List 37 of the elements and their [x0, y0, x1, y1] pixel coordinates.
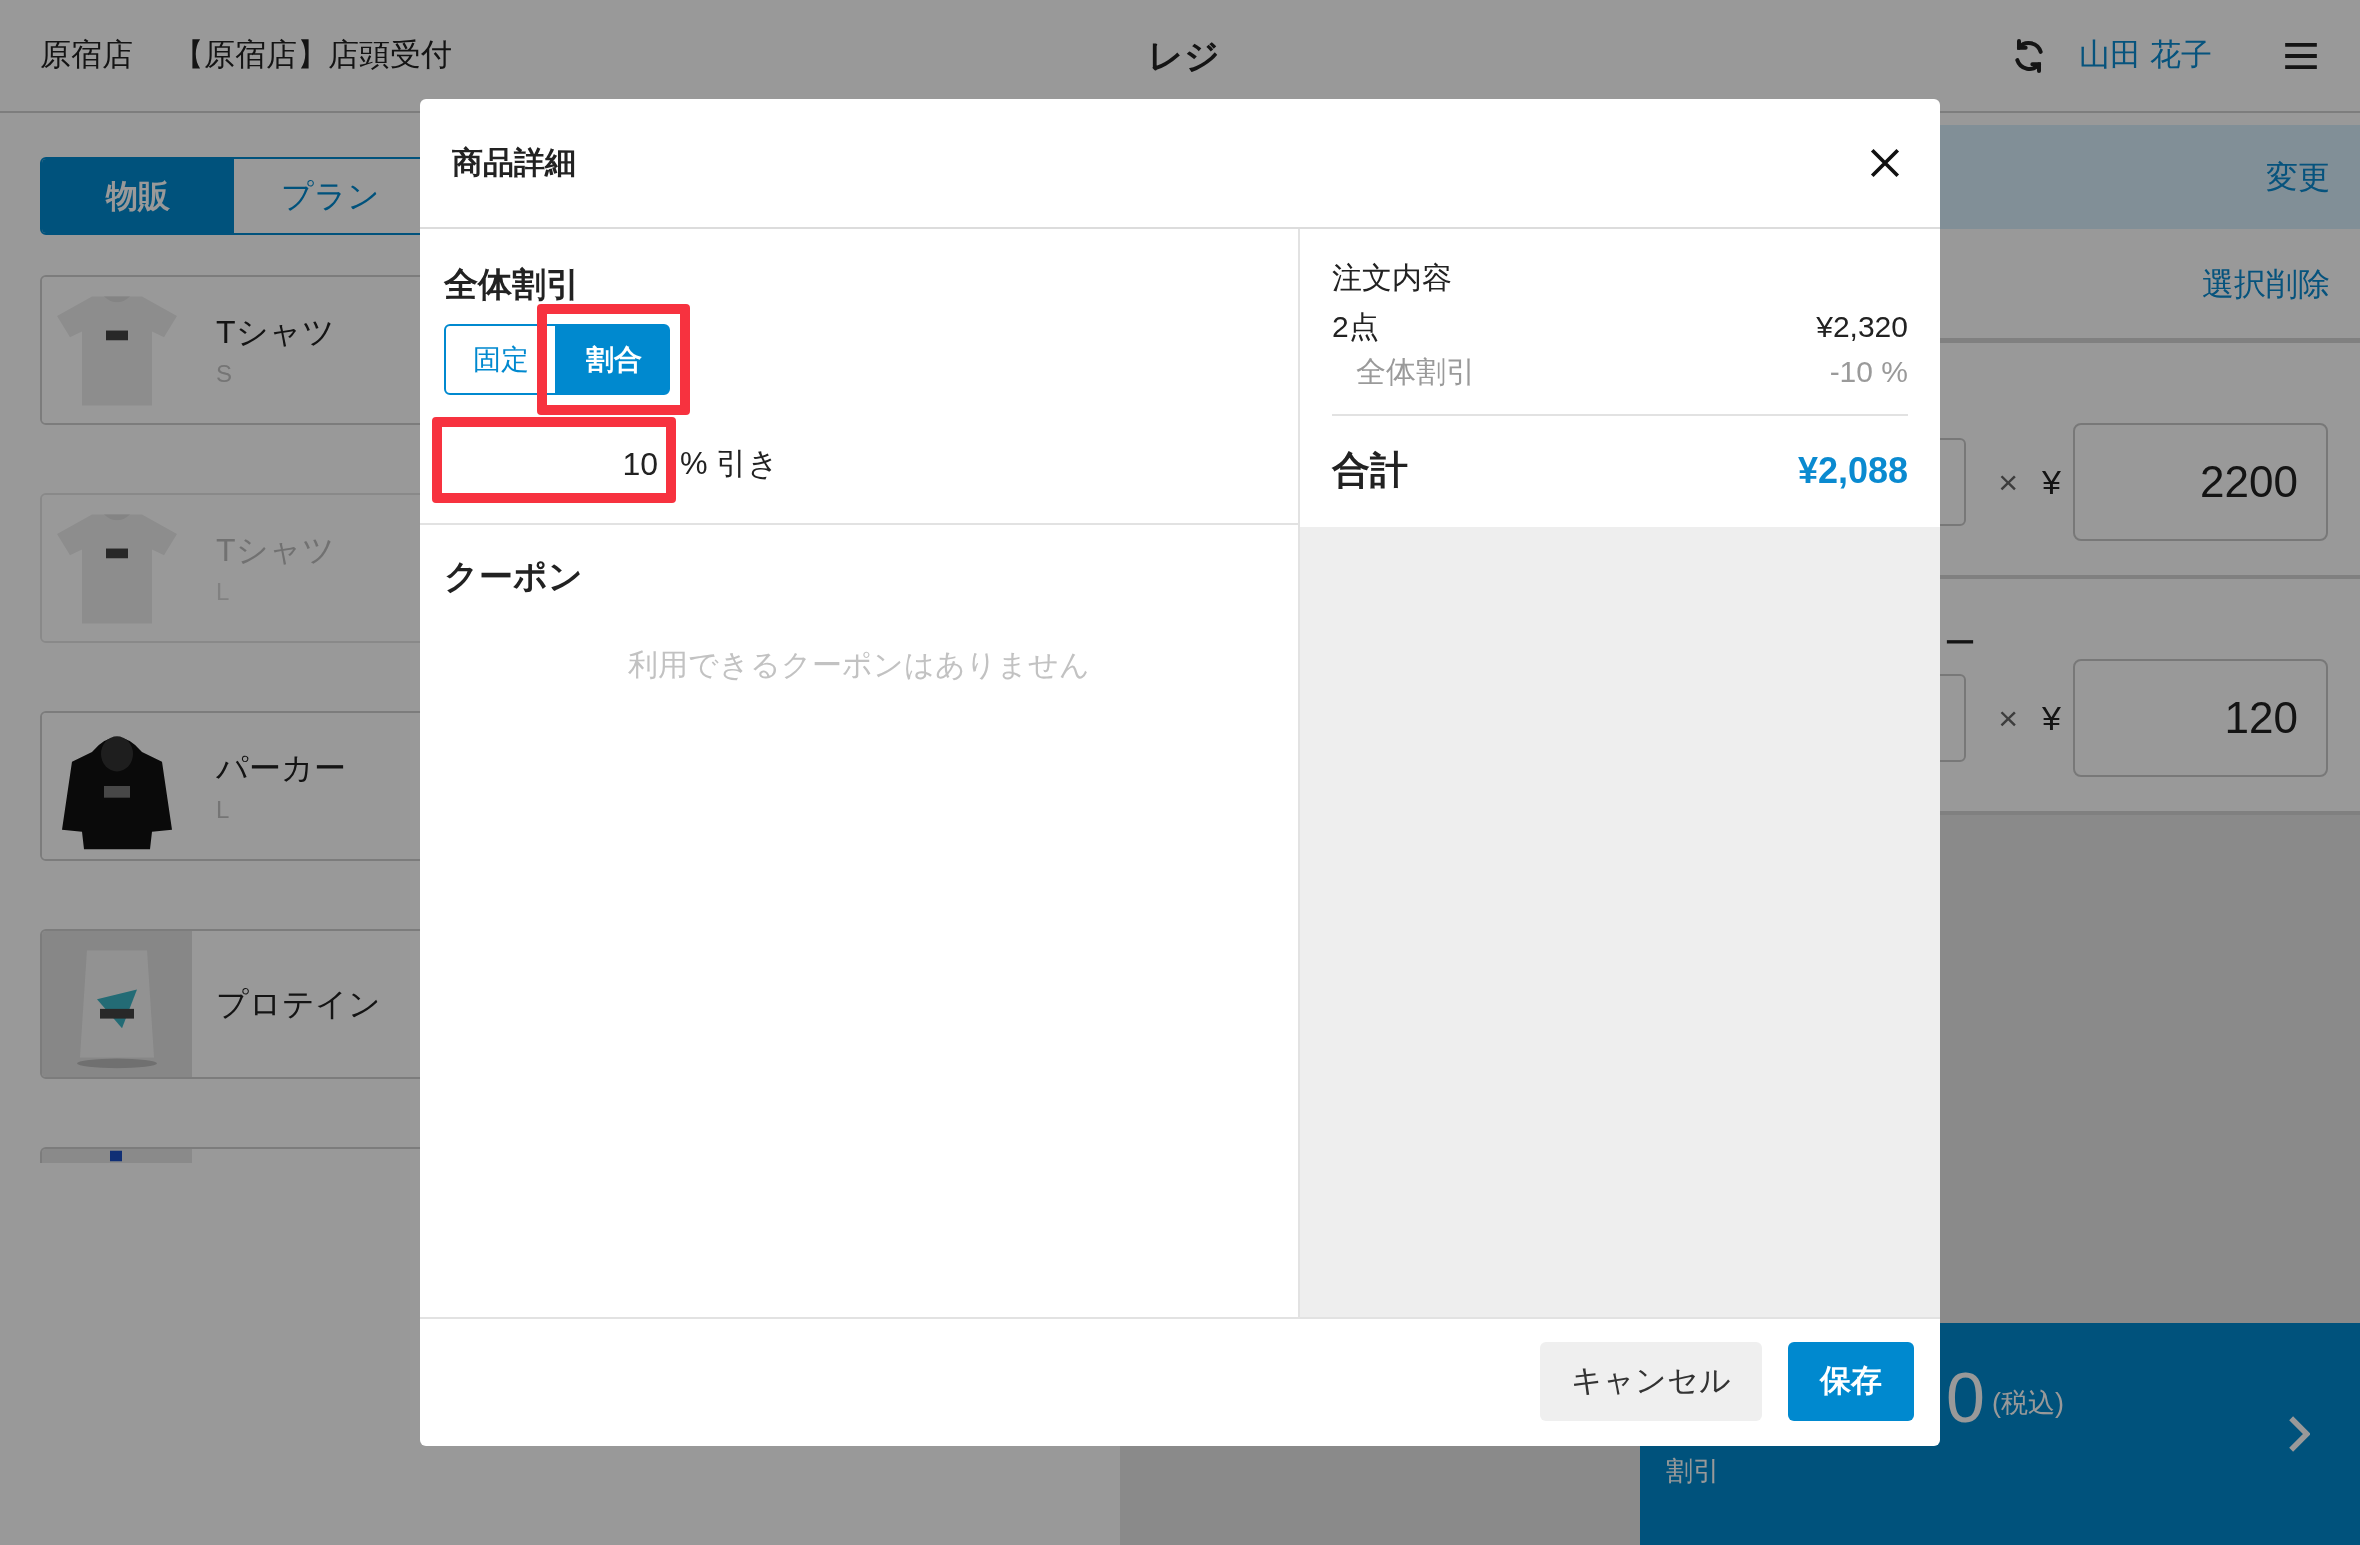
user-name[interactable]: 山田 花子 [2079, 32, 2212, 79]
price-field[interactable]: 120 [2073, 659, 2328, 777]
total-amount: 0 [1946, 1363, 1985, 1433]
currency-sign: ¥ [2042, 697, 2061, 739]
delete-selected-link[interactable]: 選択削除 [2202, 259, 2330, 308]
multiply-sign: × [1998, 697, 2019, 739]
item-name: ー [1944, 624, 1976, 663]
close-icon[interactable] [1868, 146, 1902, 180]
discount-label: 全体割引 [1356, 354, 1476, 390]
change-link[interactable]: 変更 [2266, 153, 2330, 201]
product-name: Tシャツ [216, 313, 335, 352]
total-value: ¥2,088 [1797, 448, 1908, 493]
subtotal-value: ¥2,320 [1816, 309, 1908, 345]
cancel-button[interactable]: キャンセル [1540, 1342, 1762, 1421]
total-label: 合計 [1332, 448, 1408, 493]
register-name[interactable]: 【原宿店】店頭受付 [173, 32, 452, 79]
tax-note: (税込) [1992, 1387, 2064, 1420]
discount-value: -10 % [1829, 354, 1908, 390]
empty-message: 利用できるクーポンはありません [627, 647, 1091, 683]
discount-label: 割引 [1666, 1455, 1720, 1488]
unit-label: % 引き [680, 444, 780, 483]
summary-heading: 注文内容 [1332, 260, 1453, 296]
store-name[interactable]: 原宿店 [40, 32, 133, 79]
page-title: レジ [1148, 35, 1220, 77]
mode-tab[interactable]: 割合 [557, 324, 670, 395]
save-button[interactable]: 保存 [1788, 1342, 1914, 1421]
item-count: 2点 [1332, 309, 1379, 345]
price-field[interactable]: 2200 [2073, 423, 2328, 541]
currency-sign: ¥ [2042, 461, 2061, 503]
section-heading: クーポン [444, 556, 584, 597]
dialog-title: 商品詳細 [452, 143, 576, 182]
product-name: パーカー [216, 749, 346, 788]
mode-tab[interactable]: 固定 [444, 324, 557, 395]
multiply-sign: × [1998, 461, 2019, 503]
category-tab[interactable]: 物販 [42, 159, 234, 233]
chevron-right-icon[interactable] [2288, 1415, 2310, 1453]
product-name: プロテイン [216, 985, 381, 1024]
